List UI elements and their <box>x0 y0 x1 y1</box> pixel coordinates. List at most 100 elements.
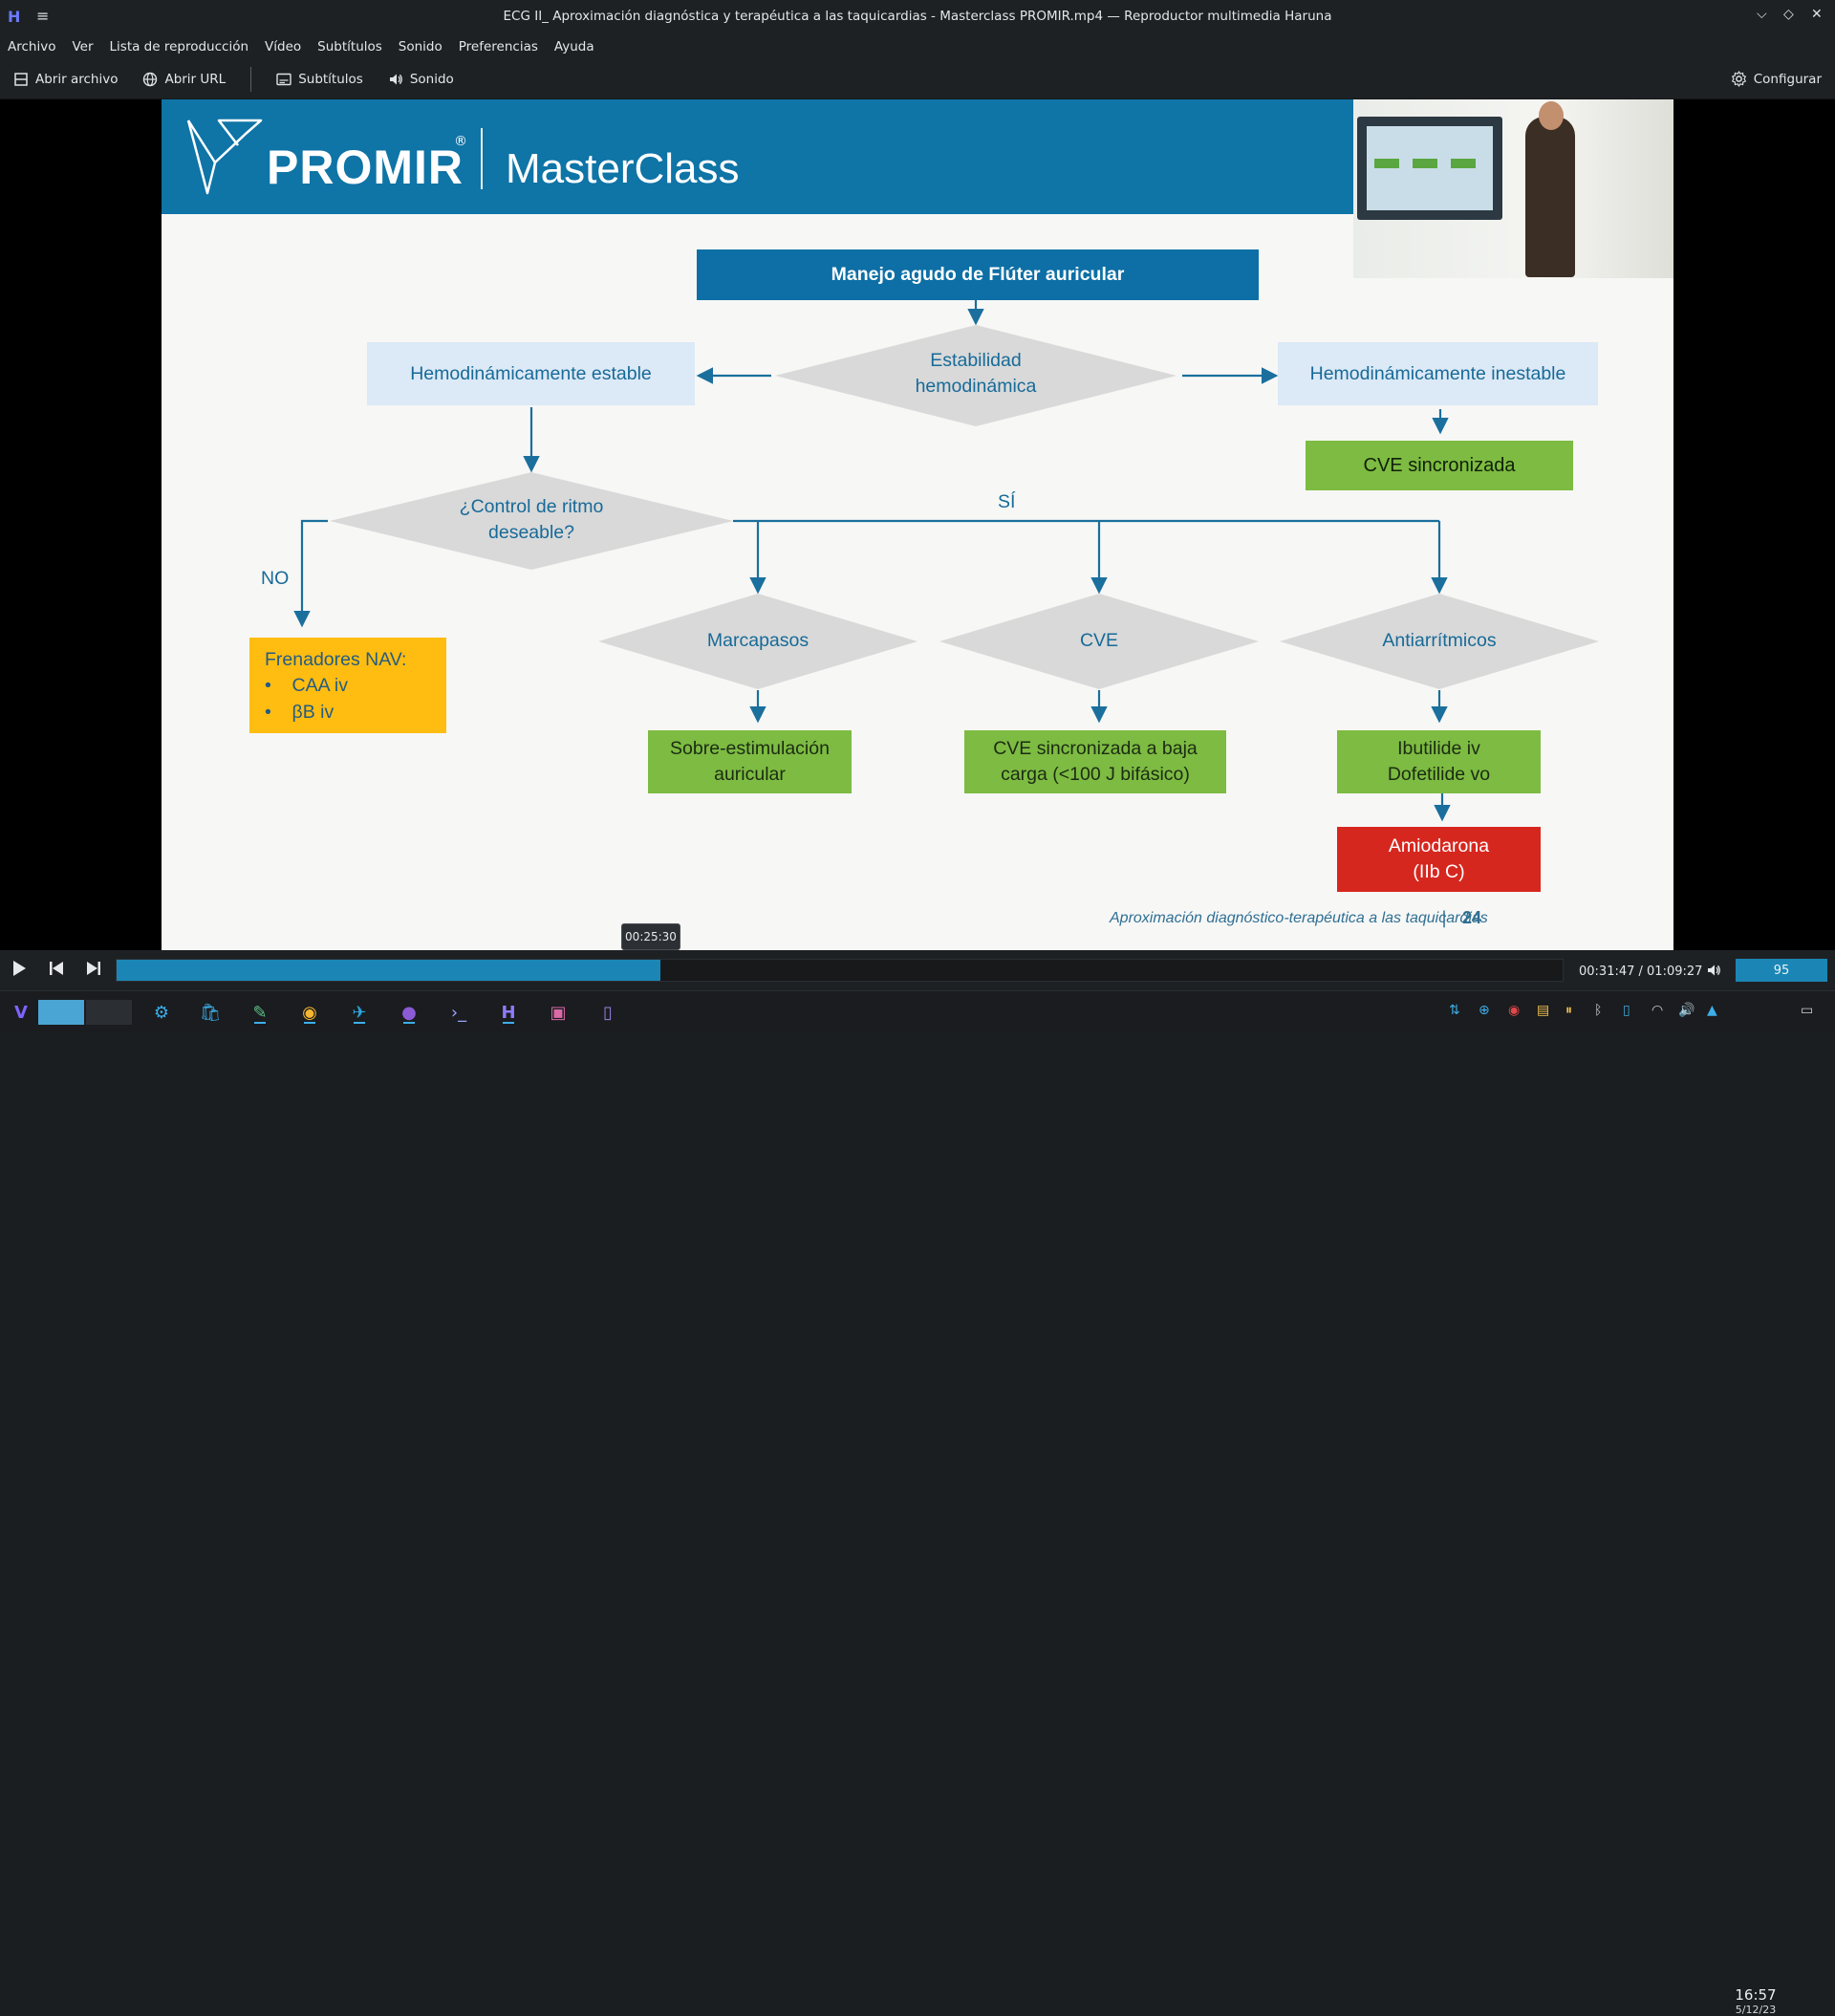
minimize-icon[interactable]: ⌵ <box>1757 7 1767 22</box>
clock-time[interactable]: 16:57 <box>1735 1986 1777 2004</box>
frenadores-item-1: • CAA iv <box>265 675 349 697</box>
subtitles-button[interactable]: Subtítulos <box>276 72 363 87</box>
kdeconnect-icon[interactable]: ▯ <box>594 999 621 1026</box>
clock-date[interactable]: 5/12/23 <box>1730 2004 1781 2016</box>
subtitles-label: Subtítulos <box>298 71 363 87</box>
amio-line-2: (IIb C) <box>1413 861 1465 882</box>
gwenview-icon[interactable]: ▣ <box>545 999 572 1026</box>
frenadores-box: Frenadores NAV: • CAA iv • βB iv <box>249 638 446 733</box>
menu-video[interactable]: Vídeo <box>265 39 301 54</box>
hamburger-menu-icon[interactable]: ≡ <box>36 7 49 25</box>
skip-previous-icon <box>50 962 63 975</box>
system-settings-icon[interactable]: ⚙ <box>148 999 175 1026</box>
update-icon[interactable]: ⊕ <box>1479 1003 1490 1018</box>
drugs-box: Ibutilide iv Dofetilide vo <box>1337 730 1541 793</box>
menu-subtitulos[interactable]: Subtítulos <box>317 39 382 54</box>
cve-diamond-label: CVE <box>1079 630 1119 651</box>
title-bar: H ≡ ECG II_ Aproximación diagnóstica y t… <box>0 0 1835 34</box>
discover-icon[interactable]: 🛍 <box>197 999 224 1026</box>
wifi-icon[interactable]: ◠ <box>1652 1003 1663 1018</box>
open-url-button[interactable]: Abrir URL <box>142 72 226 87</box>
rhythm-line-1: ¿Control de ritmo <box>459 496 604 517</box>
volume-slider[interactable]: 95 <box>1736 959 1827 982</box>
stability-line-2: hemodinámica <box>915 376 1037 398</box>
taskbar: V ⚙ 🛍 ✎ ◉ ✈ ● ›_ H ▣ ▯ ⇅ ⊕ ◉ ▤ ⏸ ᛒ ▯ ◠ 🔊… <box>0 990 1835 2016</box>
kde-launcher-icon[interactable]: V <box>8 999 34 1026</box>
haruna-app-icon: H <box>8 8 21 26</box>
tor-browser-icon[interactable]: ● <box>396 999 422 1026</box>
media-pause-icon[interactable]: ⏸ <box>1565 1003 1572 1018</box>
volume-button[interactable] <box>1705 963 1722 982</box>
no-label: NO <box>261 568 290 589</box>
kate-icon[interactable]: ✎ <box>247 999 273 1026</box>
telegram-icon[interactable]: ✈ <box>346 999 373 1026</box>
overdrive-line-1: Sobre-estimulación <box>670 737 830 759</box>
drugs-line-2: Dofetilide vo <box>1387 764 1491 785</box>
konsole-icon[interactable]: ›_ <box>445 999 472 1026</box>
maximize-icon[interactable]: ◇ <box>1783 7 1794 22</box>
antiarrhythmics-diamond-label: Antiarrítmicos <box>1382 630 1497 651</box>
flowchart-title-box: Manejo agudo de Flúter auricular <box>697 249 1259 300</box>
pacemaker-diamond-label: Marcapasos <box>706 630 810 651</box>
stability-line-1: Estabilidad <box>930 350 1022 371</box>
overdrive-box: Sobre-estimulación auricular <box>648 730 852 793</box>
sound-button[interactable]: Sonido <box>388 72 454 87</box>
play-button[interactable] <box>11 960 27 981</box>
sound-label: Sonido <box>409 71 454 87</box>
menu-playlist[interactable]: Lista de reproducción <box>110 39 249 54</box>
bluetooth-icon[interactable]: ᛒ <box>1594 1003 1602 1018</box>
virtual-desktop-2[interactable] <box>86 1000 132 1025</box>
haruna-taskbar-icon[interactable]: H <box>495 999 522 1026</box>
configure-label: Configurar <box>1753 71 1822 87</box>
flowchart-connectors <box>293 300 1599 822</box>
window-title: ECG II_ Aproximación diagnóstica y terap… <box>503 9 1332 24</box>
configure-button[interactable]: Configurar <box>1731 71 1822 87</box>
cve-low-energy-box: CVE sincronizada a baja carga (<100 J bif… <box>964 730 1226 793</box>
seek-bar-fill <box>117 960 660 981</box>
menu-sonido[interactable]: Sonido <box>399 39 443 54</box>
phone-icon[interactable]: ▯ <box>1623 1003 1630 1018</box>
video-frame-slide: PROMIR ® MasterClass Manejo agudo de Flú… <box>162 99 1673 950</box>
volume-tray-icon[interactable]: 🔊 <box>1678 1003 1695 1018</box>
show-desktop-icon[interactable]: ▭ <box>1801 1003 1813 1018</box>
slide-page-number: 24 <box>1462 908 1482 927</box>
cve-low-line-1: CVE sincronizada a baja <box>993 737 1198 759</box>
film-icon <box>13 72 29 87</box>
seek-bar[interactable] <box>116 959 1564 982</box>
amiodarone-box: Amiodarona (IIb C) <box>1337 827 1541 892</box>
cve-low-line-2: carga (<100 J bifásico) <box>1001 764 1190 785</box>
virtual-desktop-1[interactable] <box>38 1000 84 1025</box>
open-file-label: Abrir archivo <box>35 71 119 87</box>
time-display: 00:31:47 / 01:09:27 <box>1579 965 1703 979</box>
next-button[interactable] <box>86 960 101 981</box>
drugs-line-1: Ibutilide iv <box>1397 737 1480 759</box>
menu-preferencias[interactable]: Preferencias <box>459 39 538 54</box>
menu-ver[interactable]: Ver <box>72 39 93 54</box>
cve-sync-box: CVE sincronizada <box>1306 441 1573 490</box>
menu-ayuda[interactable]: Ayuda <box>554 39 594 54</box>
volume-icon <box>1708 965 1720 976</box>
close-icon[interactable]: ✕ <box>1811 7 1823 22</box>
skip-next-icon <box>87 962 100 975</box>
chrome-icon[interactable]: ◉ <box>296 999 323 1026</box>
menu-bar: Archivo Ver Lista de reproducción Vídeo … <box>0 34 1835 59</box>
menu-archivo[interactable]: Archivo <box>8 39 55 54</box>
toolbar-separator <box>250 66 252 92</box>
frenadores-title: Frenadores NAV: <box>265 649 407 670</box>
open-url-label: Abrir URL <box>164 71 227 87</box>
gear-icon <box>1731 71 1747 87</box>
clipboard-icon[interactable]: ▤ <box>1537 1003 1549 1018</box>
network-monitor-icon[interactable]: ⇅ <box>1449 1003 1460 1018</box>
unstable-box: Hemodinámicamente inestable <box>1278 342 1598 405</box>
rhythm-diamond-label: ¿Control de ritmo deseable? <box>398 494 665 547</box>
speaker-icon <box>388 72 403 87</box>
amio-line-1: Amiodarona <box>1388 835 1490 856</box>
previous-button[interactable] <box>49 960 64 981</box>
tray-expand-icon[interactable]: ▲ <box>1707 1003 1717 1018</box>
slide-footer-separator: | <box>1441 908 1448 928</box>
slide-footer-text: Aproximación diagnóstico-terapéutica a l… <box>1110 910 1488 926</box>
frenadores-item-2: • βB iv <box>265 701 335 723</box>
browser-tray-icon[interactable]: ◉ <box>1508 1003 1520 1018</box>
open-file-button[interactable]: Abrir archivo <box>13 72 118 87</box>
subtitles-icon <box>276 72 291 87</box>
